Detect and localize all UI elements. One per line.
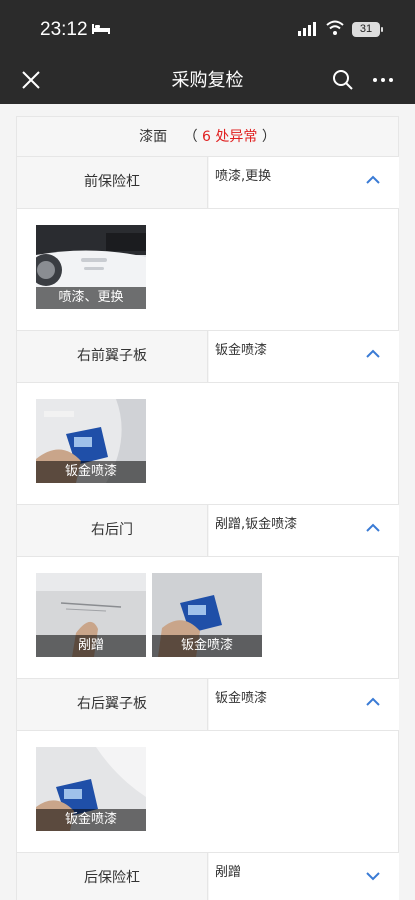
status-bar: 23:12 31 <box>0 0 415 58</box>
item-name: 右前翼子板 <box>17 331 208 382</box>
wifi-icon <box>326 20 344 35</box>
more-icon[interactable] <box>372 70 394 90</box>
photo-caption: 喷漆、更换 <box>36 287 146 309</box>
section-close-paren: ） <box>261 129 276 145</box>
photo-row: 剐蹭 钣金喷漆 <box>16 557 399 679</box>
chevron-up-icon[interactable] <box>366 697 380 707</box>
item-name: 后保险杠 <box>17 853 208 900</box>
inspection-item[interactable]: 右后门 剐蹭,钣金喷漆 <box>16 505 399 557</box>
photo-caption: 钣金喷漆 <box>36 809 146 831</box>
photo-caption: 钣金喷漆 <box>152 635 262 657</box>
photo-row: 喷漆、更换 <box>16 209 399 331</box>
bed-icon <box>92 24 110 34</box>
inspection-item[interactable]: 前保险杠 喷漆,更换 <box>16 157 399 209</box>
damage-photo[interactable]: 钣金喷漆 <box>36 747 146 831</box>
section-open-paren: （ <box>183 129 198 145</box>
section-label: 漆面 <box>139 129 168 145</box>
damage-photo[interactable]: 钣金喷漆 <box>152 573 262 657</box>
item-name: 右后翼子板 <box>17 679 208 730</box>
search-icon[interactable] <box>332 69 354 91</box>
photo-caption: 钣金喷漆 <box>36 461 146 483</box>
item-name: 前保险杠 <box>17 157 208 208</box>
item-name: 右后门 <box>17 505 208 556</box>
battery-icon: 31 <box>352 22 380 37</box>
damage-photo[interactable]: 剐蹭 <box>36 573 146 657</box>
nav-bar: 采购复检 <box>0 58 415 104</box>
chevron-up-icon[interactable] <box>366 523 380 533</box>
chevron-up-icon[interactable] <box>366 175 380 185</box>
chevron-down-icon[interactable] <box>366 871 380 881</box>
signal-icon <box>298 22 316 36</box>
inspection-item[interactable]: 右前翼子板 钣金喷漆 <box>16 331 399 383</box>
inspection-item[interactable]: 后保险杠 剐蹭 <box>16 853 399 900</box>
chevron-up-icon[interactable] <box>366 349 380 359</box>
section-header: 漆面 （ 6 处异常 ） <box>16 116 399 157</box>
anomaly-count: 6 处异常 <box>202 129 258 145</box>
photo-caption: 剐蹭 <box>36 635 146 657</box>
inspection-content: 漆面 （ 6 处异常 ） 前保险杠 喷漆,更换 喷漆、更换 右前翼子板 钣金喷漆… <box>16 116 399 900</box>
damage-photo[interactable]: 喷漆、更换 <box>36 225 146 309</box>
inspection-item[interactable]: 右后翼子板 钣金喷漆 <box>16 679 399 731</box>
photo-row: 钣金喷漆 <box>16 383 399 505</box>
battery-tip <box>381 27 383 32</box>
status-time: 23:12 <box>40 19 88 40</box>
damage-photo[interactable]: 钣金喷漆 <box>36 399 146 483</box>
photo-row: 钣金喷漆 <box>16 731 399 853</box>
